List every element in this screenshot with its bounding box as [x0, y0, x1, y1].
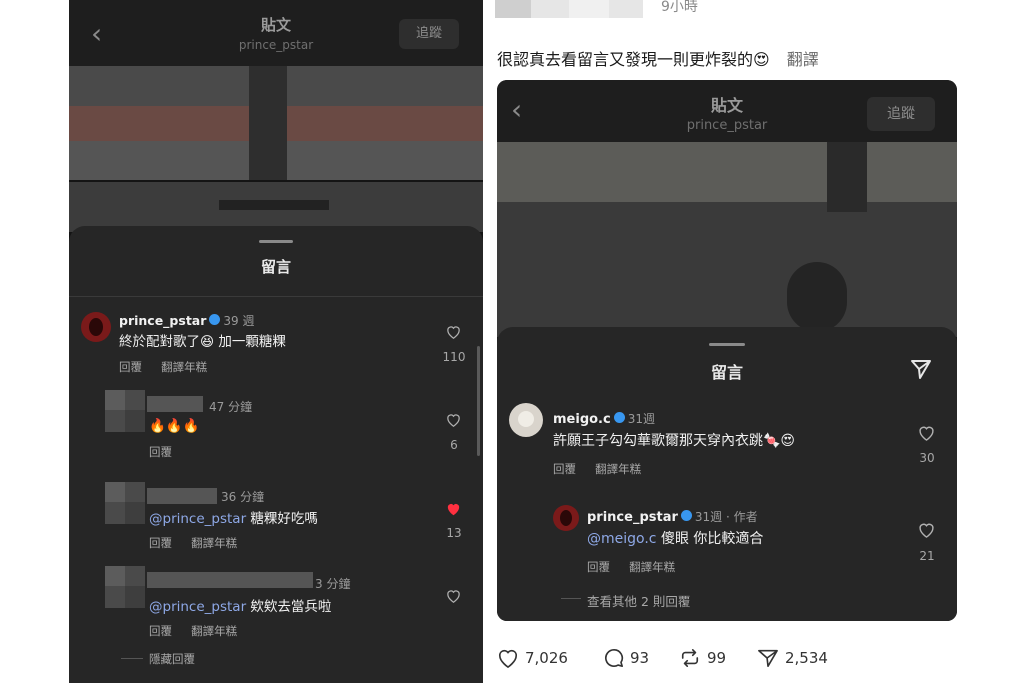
post-photo-1	[69, 66, 483, 180]
like-icon[interactable]	[497, 648, 519, 672]
comment-actions: 回覆 翻譯年糕	[119, 356, 207, 375]
hide-replies-button[interactable]: 隱藏回覆	[149, 651, 195, 667]
comment-username[interactable]: prince_pstar	[119, 313, 206, 328]
avatar[interactable]	[105, 482, 145, 524]
sheet-handle[interactable]	[709, 343, 745, 346]
translate-button[interactable]: 翻譯年糕	[191, 624, 237, 638]
mention-link[interactable]: @prince_pstar	[149, 599, 246, 615]
send-icon[interactable]	[909, 357, 933, 385]
comment-username[interactable]: meigo.c	[553, 412, 611, 427]
like-heart-icon[interactable]	[918, 522, 935, 538]
sheet-title: 留言	[710, 363, 743, 382]
avatar[interactable]	[81, 312, 111, 342]
reply-button[interactable]: 回覆	[553, 462, 576, 476]
post-header: ‹ 貼文 prince_pstar 追蹤	[497, 80, 957, 142]
avatar[interactable]	[105, 390, 145, 432]
like-count: 21	[919, 549, 935, 563]
comment-time: 3 分鐘	[315, 577, 351, 591]
repost-count: 99	[707, 649, 727, 667]
post-time: 9小時	[661, 0, 698, 15]
reply-button[interactable]: 回覆	[587, 560, 610, 574]
comment-actions: 回覆 翻譯年糕	[553, 458, 641, 477]
comment-icon[interactable]	[603, 648, 625, 672]
like-heart-icon[interactable]	[446, 589, 461, 603]
right-screenshot: 9小時 很認真去看留言又發現一則更炸裂的😍 翻譯 ‹ 貼文 prince_pst…	[483, 0, 1024, 683]
comment-text: 🔥🔥🔥	[149, 418, 200, 434]
comment-text: @prince_pstar 欸欸去當兵啦	[149, 599, 332, 615]
comment-header: meigo.c 31週	[553, 408, 655, 427]
like-heart-icon[interactable]	[446, 413, 461, 427]
comment-time: 39 週	[223, 314, 255, 328]
thread-line	[561, 598, 581, 599]
comment-time: 36 分鐘	[221, 490, 265, 504]
comment-header: prince_pstar 31週 · 作者	[587, 506, 758, 525]
blurred-author	[495, 0, 643, 18]
follow-button[interactable]: 追蹤	[867, 97, 935, 131]
username-blurred	[147, 396, 203, 412]
comment-text: 終於配對歌了😆 加一顆糖粿	[119, 334, 286, 350]
comment-time: 31週 · 作者	[694, 510, 758, 524]
like-count: 6	[450, 438, 458, 452]
like-count: 30	[919, 451, 935, 465]
avatar[interactable]	[509, 403, 543, 437]
comment-text: @meigo.c 傻眼 你比較適合	[587, 531, 764, 547]
comment-username[interactable]: prince_pstar	[587, 510, 678, 525]
share-icon[interactable]	[757, 648, 779, 672]
reply-button[interactable]: 回覆	[119, 360, 142, 374]
translate-button[interactable]: 翻譯年糕	[161, 360, 207, 374]
sheet-title: 留言	[260, 258, 291, 276]
post-photo-2	[69, 182, 483, 232]
comment-text: @prince_pstar 糖粿好吃嗎	[149, 511, 318, 527]
scrollbar[interactable]	[477, 346, 480, 456]
embedded-screenshot: ‹ 貼文 prince_pstar 追蹤 留言 meigo.c 31週 許願王子…	[497, 80, 957, 621]
like-heart-icon[interactable]	[918, 425, 935, 441]
translate-button[interactable]: 翻譯年糕	[629, 560, 675, 574]
sheet-divider	[69, 296, 483, 297]
left-screenshot: ‹ 貼文 prince_pstar 追蹤 留言 prince_pstar 39 週…	[69, 0, 483, 683]
post-caption: 很認真去看留言又發現一則更炸裂的😍 翻譯	[497, 50, 819, 69]
username-blurred	[147, 488, 217, 504]
reply-button[interactable]: 回覆	[149, 536, 172, 550]
mention-link[interactable]: @meigo.c	[587, 531, 657, 547]
reply-button[interactable]: 回覆	[149, 624, 172, 638]
view-more-replies-button[interactable]: 查看其他 2 則回覆	[587, 591, 690, 610]
comment-actions: 回覆 翻譯年糕	[587, 556, 675, 575]
comment-header: prince_pstar 39 週	[119, 310, 255, 329]
share-count: 2,534	[785, 649, 828, 667]
sheet-handle[interactable]	[259, 240, 293, 243]
avatar[interactable]	[553, 505, 579, 531]
verified-icon	[209, 314, 221, 325]
post-photo	[497, 142, 957, 337]
username-blurred	[147, 572, 313, 588]
like-heart-icon[interactable]	[446, 325, 461, 339]
translate-button[interactable]: 翻譯年糕	[595, 462, 641, 476]
like-count: 7,026	[525, 649, 568, 667]
post-header: ‹ 貼文 prince_pstar 追蹤	[69, 0, 483, 66]
comment-time: 31週	[627, 412, 655, 426]
like-count: 13	[446, 526, 462, 540]
translate-link[interactable]: 翻譯	[787, 50, 819, 69]
comment-text: 許願王子勾勾華歌爾那天穿內衣跳🍬😍	[553, 433, 796, 449]
reply-button[interactable]: 回覆	[149, 444, 172, 460]
translate-button[interactable]: 翻譯年糕	[191, 536, 237, 550]
like-count: 110	[442, 350, 466, 364]
comments-sheet: 留言 prince_pstar 39 週 終於配對歌了😆 加一顆糖粿 回覆 翻譯年…	[69, 226, 483, 683]
liked-heart-icon[interactable]	[446, 502, 461, 516]
thread-line	[121, 658, 143, 659]
comment-count: 93	[630, 649, 650, 667]
verified-icon	[680, 510, 692, 521]
comment-time: 47 分鐘	[209, 400, 253, 414]
comments-sheet: 留言 meigo.c 31週 許願王子勾勾華歌爾那天穿內衣跳🍬😍 回覆 翻譯年糕 …	[497, 327, 957, 621]
verified-icon	[613, 412, 625, 423]
comment-actions: 回覆 翻譯年糕	[149, 620, 237, 639]
avatar[interactable]	[105, 566, 145, 608]
follow-button[interactable]: 追蹤	[399, 19, 459, 49]
repost-icon[interactable]	[679, 648, 701, 672]
mention-link[interactable]: @prince_pstar	[149, 511, 246, 527]
comment-actions: 回覆 翻譯年糕	[149, 532, 237, 551]
